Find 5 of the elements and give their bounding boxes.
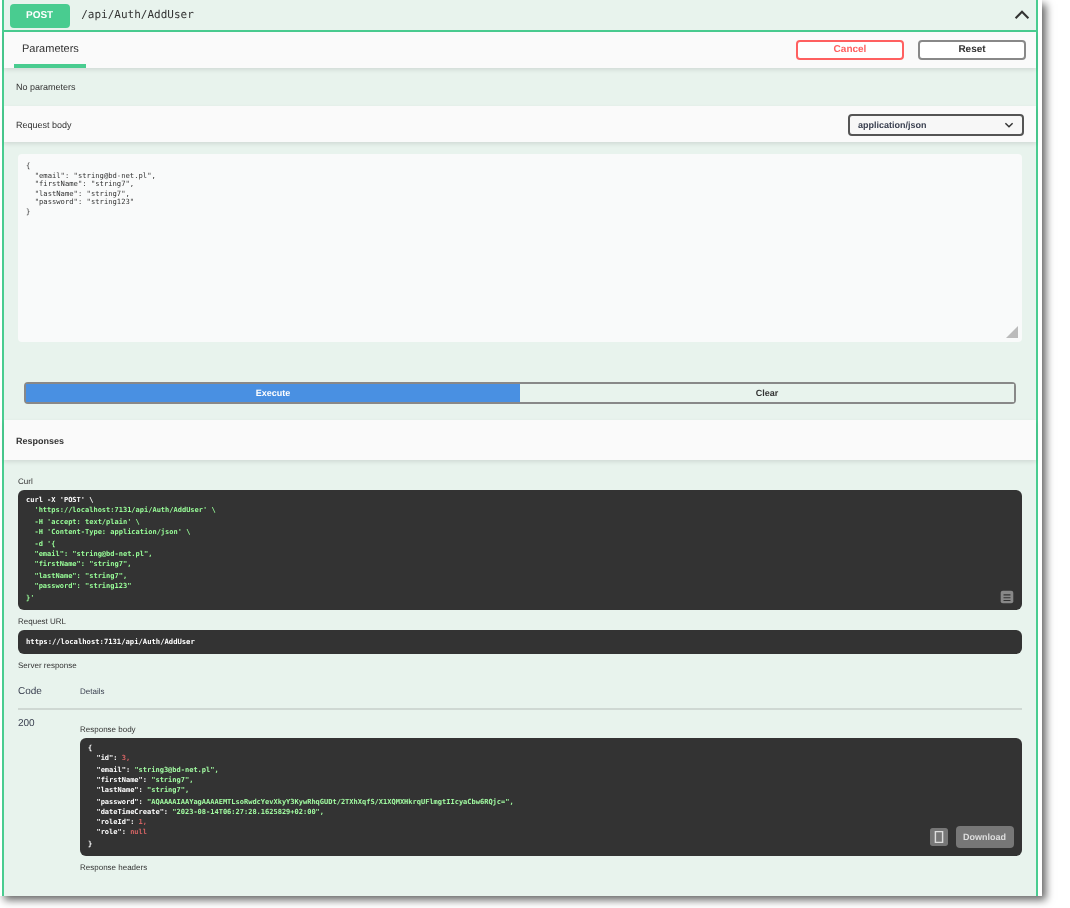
resize-grip-icon <box>1006 326 1018 338</box>
caret-icon <box>1004 121 1014 127</box>
copy-icon[interactable] <box>1000 590 1014 605</box>
save-icon[interactable] <box>929 828 947 847</box>
collapse-chevron-icon[interactable] <box>1014 10 1030 20</box>
